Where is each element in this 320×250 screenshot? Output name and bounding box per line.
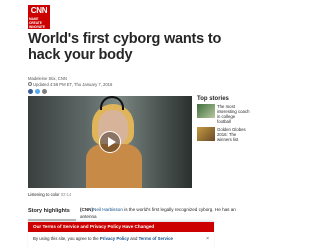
story-thumbnail[interactable] [197, 104, 215, 118]
clock-icon [28, 82, 32, 86]
video-caption: Listening to color 02:14 [28, 192, 71, 197]
banner-and: and [129, 236, 139, 241]
video-player[interactable] [28, 96, 192, 188]
video-duration: 02:14 [60, 192, 72, 197]
story-title[interactable]: Golden Globes 2016: The winners list [217, 127, 250, 142]
video-caption-text: Listening to color [28, 192, 60, 197]
cnn-logo[interactable]: CNN [28, 5, 50, 16]
article-headline: World's first cyborg wants to hack your … [28, 31, 222, 63]
close-icon[interactable]: × [206, 236, 209, 242]
terms-banner: Our Terms of Service and Privacy Policy … [28, 221, 214, 249]
twitter-icon[interactable] [35, 89, 40, 94]
updated-timestamp: Updated 4:58 PM ET, Thu January 7, 2016 [33, 82, 113, 87]
story-highlights-title: Story highlights [28, 208, 70, 214]
top-stories-title: Top stories [197, 96, 229, 102]
byline[interactable]: Madeleine Stix, CNN [28, 76, 67, 81]
top-story-item[interactable]: The most interesting coach in college fo… [197, 104, 250, 126]
banner-prefix: By using this site, you agree to the [33, 236, 100, 241]
play-button[interactable] [99, 131, 121, 153]
story-thumbnail[interactable] [197, 127, 215, 141]
article-body: (CNN)Neil Harbisson is the world's first… [80, 206, 245, 220]
dateline: (CNN) [80, 207, 94, 212]
privacy-policy-link[interactable]: Privacy Policy [100, 236, 129, 241]
person-link[interactable]: Neil Harbisson [93, 207, 123, 212]
top-bar: CNN MAKE CREATE INNOVATE [0, 0, 250, 30]
terms-of-service-link[interactable]: Terms of Service [139, 236, 173, 241]
play-icon [108, 137, 116, 147]
email-icon[interactable] [42, 89, 47, 94]
banner-message: By using this site, you agree to the Pri… [33, 236, 173, 241]
banner-title: Our Terms of Service and Privacy Policy … [28, 222, 214, 232]
top-story-item[interactable]: Golden Globes 2016: The winners list [197, 127, 250, 149]
facebook-icon[interactable] [28, 89, 33, 94]
antenna-graphic [100, 96, 124, 110]
section-badge[interactable]: MAKE CREATE INNOVATE [28, 16, 50, 29]
story-title[interactable]: The most interesting coach in college fo… [217, 104, 250, 124]
